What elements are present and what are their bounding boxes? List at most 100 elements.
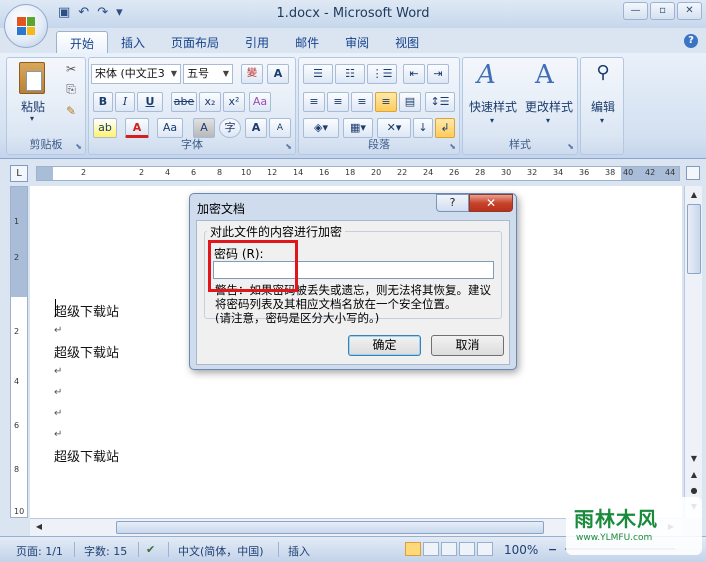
italic-button[interactable]: I — [115, 92, 135, 112]
decrease-indent-button[interactable]: ⇤ — [403, 64, 425, 84]
tab-review[interactable]: 审阅 — [332, 31, 382, 55]
tab-insert[interactable]: 插入 — [108, 31, 158, 55]
align-right-button[interactable]: ≡ — [351, 92, 373, 112]
dialog-help-button[interactable]: ? — [436, 194, 469, 212]
line-spacing-button[interactable]: ↕☰ — [425, 92, 455, 112]
scroll-left-icon[interactable]: ◀ — [32, 520, 46, 534]
multilevel-list-button[interactable]: ⋮☰ — [367, 64, 397, 84]
binoculars-icon[interactable]: ⚲ — [589, 62, 617, 83]
quick-styles-icon[interactable]: A — [477, 60, 496, 90]
superscript-button[interactable]: x² — [223, 92, 245, 112]
tab-view[interactable]: 视图 — [382, 31, 432, 55]
browse-object-icon[interactable]: ● — [687, 484, 701, 498]
font-name-combo[interactable]: 宋体 (中文正3 ▼ — [91, 64, 181, 84]
paragraph-mark: ↵ — [54, 429, 63, 440]
cut-icon[interactable]: ✂ — [63, 62, 79, 76]
prev-page-icon[interactable]: ▲ — [687, 468, 701, 482]
proofing-icon[interactable]: ✔ — [146, 543, 155, 556]
chinese-layout-button[interactable]: ✕▾ — [377, 118, 411, 138]
print-layout-icon[interactable] — [405, 542, 421, 556]
minimize-button[interactable]: — — [623, 2, 648, 20]
paste-dropdown-icon[interactable]: ▾ — [27, 114, 37, 123]
office-button[interactable] — [4, 4, 48, 48]
format-painter-icon[interactable]: ✎ — [63, 104, 79, 118]
sort-button[interactable]: ↓ — [413, 118, 433, 138]
language-indicator[interactable]: 中文(简体，中国) — [178, 543, 264, 559]
zoom-out-icon[interactable]: − — [548, 543, 557, 556]
numbering-button[interactable]: ☷ — [335, 64, 365, 84]
scroll-up-icon[interactable]: ▲ — [687, 188, 701, 202]
shrink-font-button[interactable]: A — [269, 118, 291, 138]
document-line[interactable]: 超级下载站 — [54, 301, 119, 320]
paragraph-launcher-icon[interactable]: ⬊ — [449, 142, 456, 151]
highlight-button[interactable]: ab — [93, 118, 117, 138]
borders-button[interactable]: ▦▾ — [343, 118, 373, 138]
horizontal-ruler[interactable]: 2 2 4 6 8 10 12 14 16 18 20 22 24 26 28 … — [36, 166, 680, 181]
bullets-button[interactable]: ☰ — [303, 64, 333, 84]
increase-indent-button[interactable]: ⇥ — [427, 64, 449, 84]
font-size-combo[interactable]: 五号 ▼ — [183, 64, 233, 84]
help-icon[interactable]: ? — [684, 34, 698, 48]
vertical-scrollbar[interactable]: ▲ ▼ ▲ ● ▼ — [684, 186, 702, 518]
phonetic-guide-button[interactable]: 變 — [241, 64, 263, 84]
dialog-close-button[interactable]: ✕ — [469, 194, 513, 212]
strikethrough-button[interactable]: abe — [171, 92, 197, 112]
zoom-level[interactable]: 100% — [504, 543, 538, 557]
enclose-chars-button[interactable]: 字 — [219, 118, 241, 138]
ok-button[interactable]: 确定 — [348, 335, 421, 356]
change-case-button[interactable]: Aa — [157, 118, 183, 138]
tab-mailings[interactable]: 邮件 — [282, 31, 332, 55]
tab-home[interactable]: 开始 — [56, 31, 109, 55]
copy-icon[interactable]: ⎘ — [63, 82, 79, 97]
view-ruler-icon[interactable] — [686, 166, 700, 180]
restore-button[interactable]: ▫ — [650, 2, 675, 20]
paste-button[interactable]: 粘贴 — [15, 98, 51, 115]
scroll-thumb[interactable] — [687, 204, 701, 274]
clear-formatting-button[interactable]: Aa — [249, 92, 271, 112]
office-logo-icon — [17, 17, 35, 35]
quick-styles-button[interactable]: 快速样式 — [465, 98, 521, 115]
paste-icon[interactable] — [19, 62, 45, 94]
clipboard-launcher-icon[interactable]: ⬊ — [75, 142, 82, 151]
font-launcher-icon[interactable]: ⬊ — [285, 142, 292, 151]
tab-page-layout[interactable]: 页面布局 — [158, 31, 232, 55]
full-screen-reading-icon[interactable] — [423, 542, 439, 556]
ruler-tick: 44 — [665, 168, 676, 177]
tab-references[interactable]: 引用 — [232, 31, 282, 55]
scroll-down-icon[interactable]: ▼ — [687, 452, 701, 466]
change-styles-icon[interactable]: A — [535, 60, 554, 90]
scroll-thumb[interactable] — [116, 521, 544, 534]
distributed-button[interactable]: ▤ — [399, 92, 421, 112]
web-layout-icon[interactable] — [441, 542, 457, 556]
editing-button[interactable]: 编辑 — [583, 98, 623, 115]
char-border-button[interactable]: A — [267, 64, 289, 84]
page-count[interactable]: 页面: 1/1 — [16, 543, 63, 559]
chevron-down-icon[interactable]: ▾ — [543, 116, 553, 125]
insert-mode[interactable]: 插入 — [288, 543, 310, 559]
close-window-button[interactable]: ✕ — [677, 2, 702, 20]
subscript-button[interactable]: x₂ — [199, 92, 221, 112]
outline-icon[interactable] — [459, 542, 475, 556]
vertical-ruler[interactable]: 1 2 2 4 6 8 10 — [10, 186, 28, 518]
char-shading-button[interactable]: A — [193, 118, 215, 138]
justify-button[interactable]: ≡ — [375, 92, 397, 112]
tab-selector[interactable]: L — [10, 165, 28, 182]
cancel-button[interactable]: 取消 — [431, 335, 504, 356]
document-line[interactable]: 超级下载站 — [54, 342, 119, 361]
font-color-button[interactable]: A — [125, 118, 149, 138]
chevron-down-icon[interactable]: ▾ — [487, 116, 497, 125]
align-left-button[interactable]: ≡ — [303, 92, 325, 112]
font-size-value: 五号 — [187, 67, 209, 80]
show-marks-button[interactable]: ↲ — [435, 118, 455, 138]
grow-font-button[interactable]: A — [245, 118, 267, 138]
shading-button[interactable]: ◈▾ — [303, 118, 339, 138]
underline-button[interactable]: U — [137, 92, 163, 112]
word-count[interactable]: 字数: 15 — [84, 543, 127, 559]
draft-icon[interactable] — [477, 542, 493, 556]
chevron-down-icon[interactable]: ▾ — [597, 116, 607, 125]
change-styles-button[interactable]: 更改样式 — [521, 98, 577, 115]
document-line[interactable]: 超级下载站 — [54, 446, 119, 465]
styles-launcher-icon[interactable]: ⬊ — [567, 142, 574, 151]
bold-button[interactable]: B — [93, 92, 113, 112]
align-center-button[interactable]: ≡ — [327, 92, 349, 112]
